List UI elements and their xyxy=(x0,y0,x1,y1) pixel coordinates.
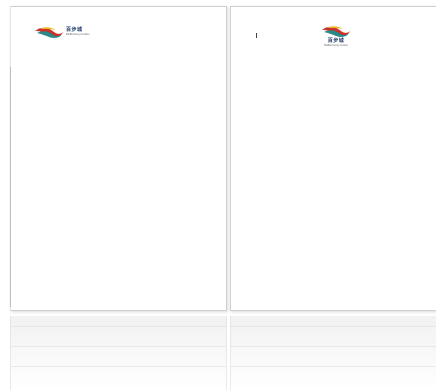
brand-name-en: BaiBuCheng Outlets xyxy=(66,32,90,36)
text-cursor xyxy=(256,33,257,38)
brand-name-en: BaiBuCheng Outlets xyxy=(324,44,348,47)
letterhead-page-left[interactable]: 百步城 BaiBuCheng Outlets xyxy=(10,6,227,311)
page-reflection-left xyxy=(10,316,227,390)
brand-logo-icon xyxy=(35,27,63,38)
brand-name-cn: 百步城 xyxy=(66,26,83,33)
page-reflection-right xyxy=(230,316,436,390)
brand-wordmark: 百步城 BaiBuCheng Outlets xyxy=(324,39,348,48)
document-preview-stage: 百步城 BaiBuCheng Outlets 百步城 BaiBuCheng Ou… xyxy=(0,0,436,390)
brand-logo-icon xyxy=(322,26,350,37)
letterhead-page-right[interactable]: 百步城 BaiBuCheng Outlets xyxy=(230,6,436,311)
brand-logo: 百步城 BaiBuCheng Outlets xyxy=(321,24,351,48)
brand-logo: 百步城 BaiBuCheng Outlets xyxy=(34,25,90,39)
brand-wordmark: 百步城 BaiBuCheng Outlets xyxy=(66,26,90,37)
